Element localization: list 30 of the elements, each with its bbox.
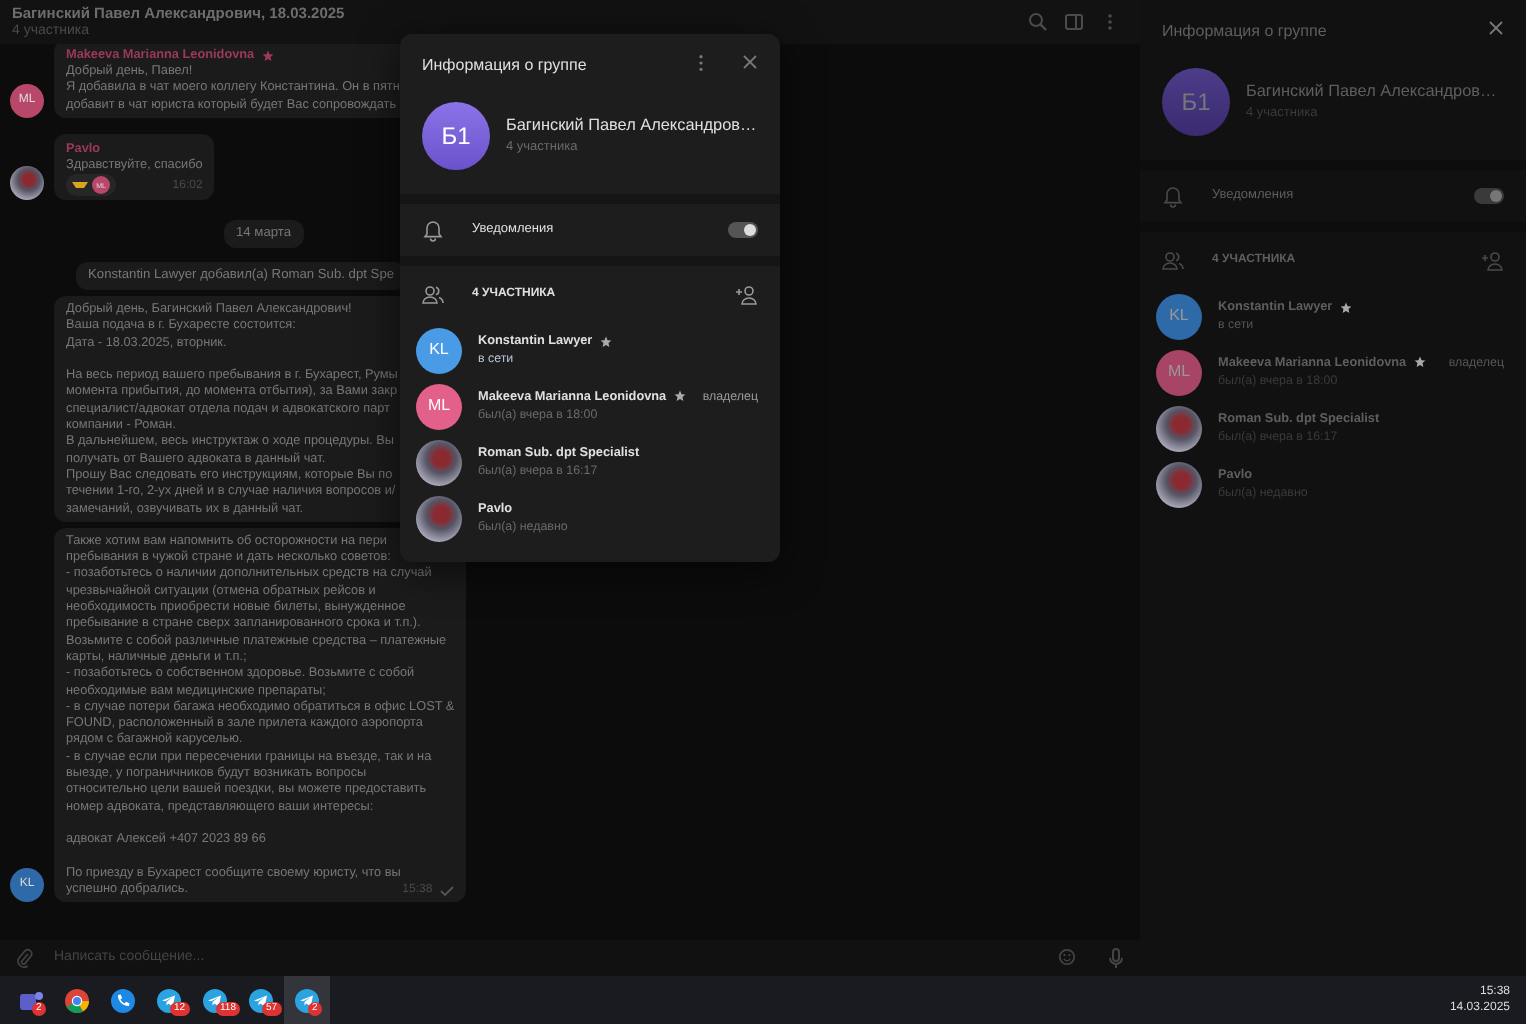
- search-icon[interactable]: [1028, 12, 1048, 32]
- panel-title: Информация о группе: [422, 54, 589, 78]
- group-name: Багинский Павел Александров…: [506, 113, 757, 138]
- people-icon: [1162, 249, 1184, 271]
- group-name: Багинский Павел Александров…: [1246, 79, 1497, 104]
- phone-icon: [110, 987, 136, 1013]
- people-icon: [422, 283, 444, 305]
- member-avatar: KL: [416, 327, 462, 373]
- avatar-photo: [1156, 405, 1202, 451]
- bell-icon: [1162, 185, 1184, 207]
- add-member-icon[interactable]: [736, 283, 758, 305]
- group-avatar: Б1: [422, 102, 490, 170]
- bell-icon: [422, 219, 444, 241]
- notifications-toggle[interactable]: [1474, 188, 1504, 204]
- member-avatar: KL: [1156, 293, 1202, 339]
- avatar-photo: [416, 495, 462, 541]
- member-avatar: ML: [416, 383, 462, 429]
- close-icon[interactable]: [742, 54, 758, 70]
- avatar-photo: [1156, 461, 1202, 507]
- avatar-photo: [416, 439, 462, 485]
- browser-icon: [64, 987, 90, 1013]
- sidebar-toggle-icon[interactable]: [1064, 12, 1084, 32]
- member-avatar: ML: [1156, 349, 1202, 395]
- paperclip-icon[interactable]: [16, 948, 34, 968]
- teams-icon: [18, 987, 44, 1013]
- notifications-toggle[interactable]: [728, 222, 758, 238]
- panel-title: Информация о группе: [1162, 20, 1329, 44]
- close-icon[interactable]: [1488, 20, 1504, 36]
- avatar-photo: [10, 166, 44, 201]
- group-avatar: Б1: [1162, 68, 1230, 136]
